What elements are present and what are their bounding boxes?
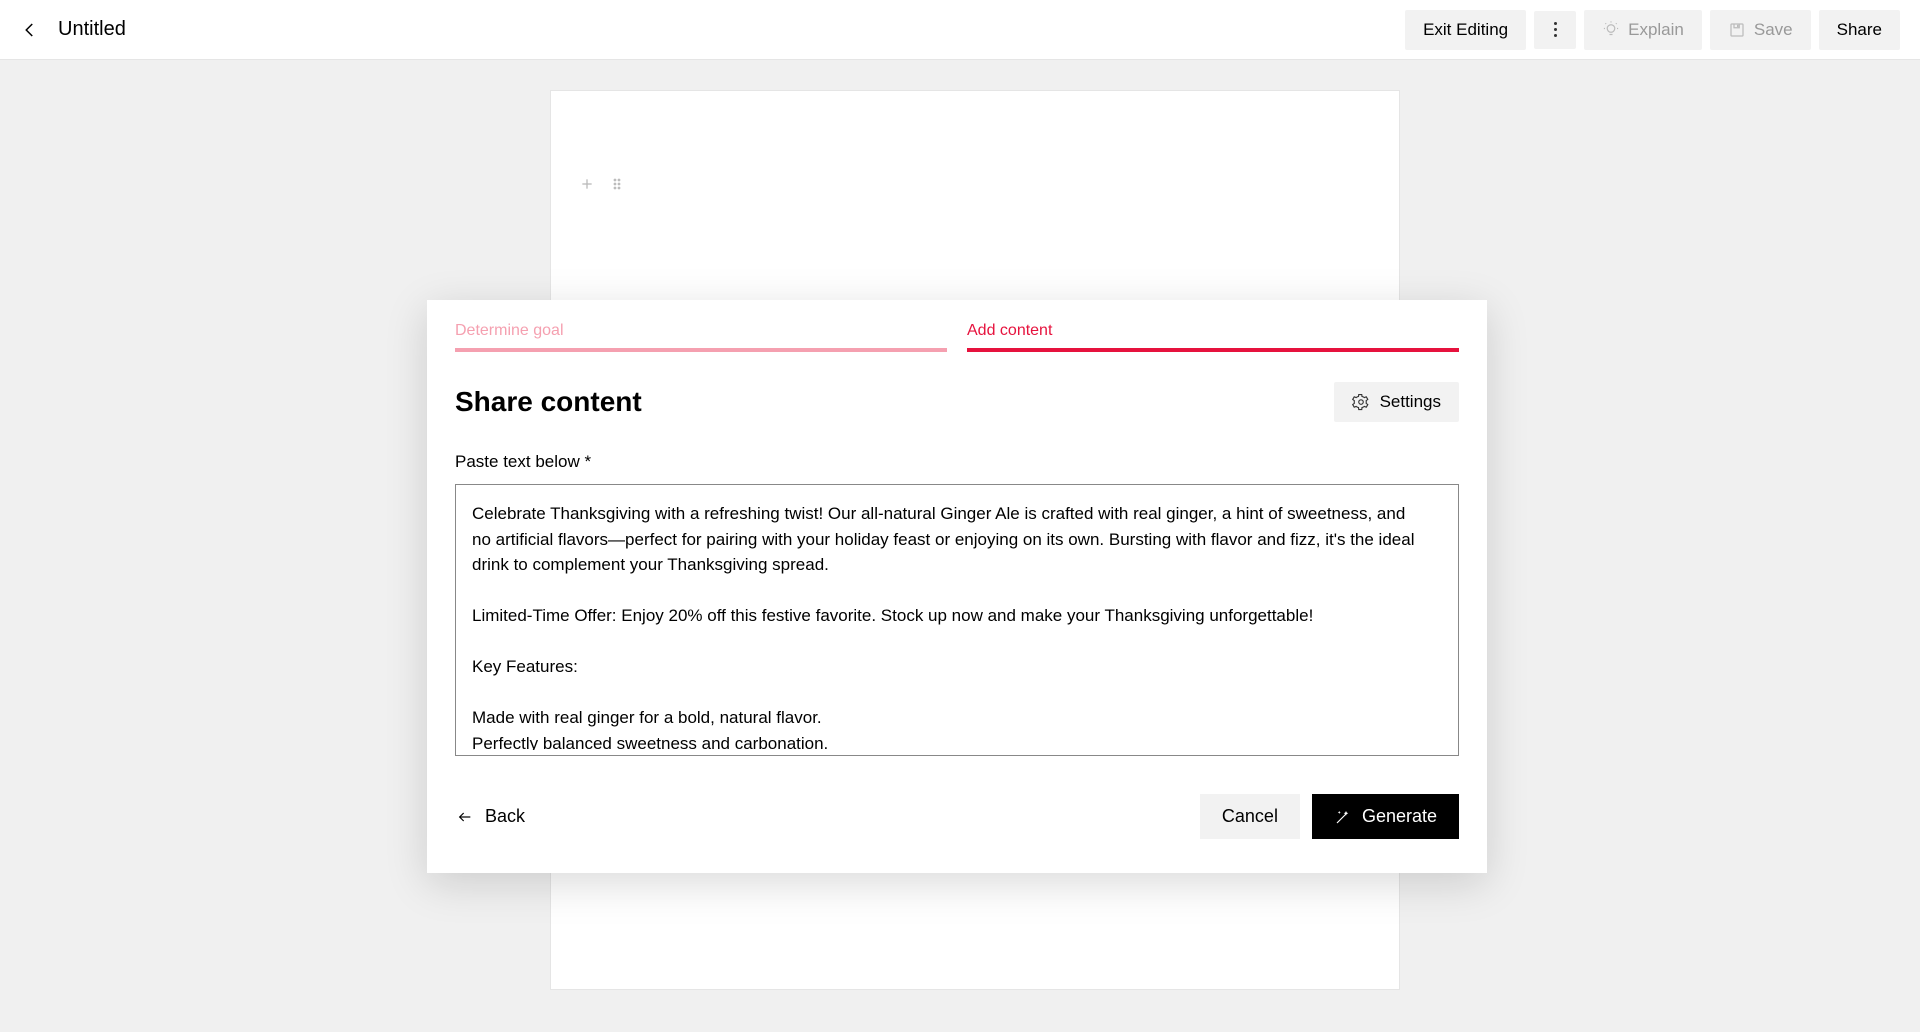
footer-actions: Cancel Generate <box>1200 794 1459 839</box>
save-button[interactable]: Save <box>1710 10 1811 50</box>
gear-icon <box>1352 393 1370 411</box>
share-button[interactable]: Share <box>1819 10 1900 50</box>
explain-button[interactable]: Explain <box>1584 10 1702 50</box>
save-label: Save <box>1754 20 1793 40</box>
back-chevron-icon[interactable] <box>20 20 40 40</box>
modal-header: Share content Settings <box>427 352 1487 432</box>
header-left: Untitled <box>20 18 126 41</box>
exit-editing-button[interactable]: Exit Editing <box>1405 10 1526 50</box>
back-label: Back <box>485 806 525 827</box>
explain-label: Explain <box>1628 20 1684 40</box>
cancel-button[interactable]: Cancel <box>1200 794 1300 839</box>
settings-label: Settings <box>1380 392 1441 412</box>
plus-icon[interactable] <box>579 176 595 192</box>
arrow-left-icon <box>455 809 475 825</box>
document-tools <box>579 176 625 192</box>
dots-vertical-icon <box>1546 21 1564 39</box>
header-right: Exit Editing Explain Save Share <box>1405 10 1900 50</box>
top-header: Untitled Exit Editing Explain Save Share <box>0 0 1920 60</box>
modal-body: Paste text below * <box>427 432 1487 766</box>
more-options-button[interactable] <box>1534 11 1576 49</box>
modal-title: Share content <box>455 386 642 418</box>
drag-handle-icon[interactable] <box>609 176 625 192</box>
generate-button[interactable]: Generate <box>1312 794 1459 839</box>
settings-button[interactable]: Settings <box>1334 382 1459 422</box>
paste-text-label: Paste text below * <box>455 452 1459 472</box>
magic-wand-icon <box>1334 808 1352 826</box>
modal-footer: Back Cancel Generate <box>427 766 1487 873</box>
back-button[interactable]: Back <box>455 806 525 827</box>
step-add-content[interactable]: Add content <box>967 322 1459 352</box>
textarea-wrap <box>455 484 1459 756</box>
content-textarea[interactable] <box>456 485 1458 750</box>
page-title: Untitled <box>58 18 126 41</box>
share-content-modal: Determine goal Add content Share content… <box>427 300 1487 873</box>
generate-label: Generate <box>1362 806 1437 827</box>
lightbulb-icon <box>1602 21 1620 39</box>
save-icon <box>1728 21 1746 39</box>
modal-steps: Determine goal Add content <box>427 300 1487 352</box>
step-determine-goal[interactable]: Determine goal <box>455 322 947 352</box>
